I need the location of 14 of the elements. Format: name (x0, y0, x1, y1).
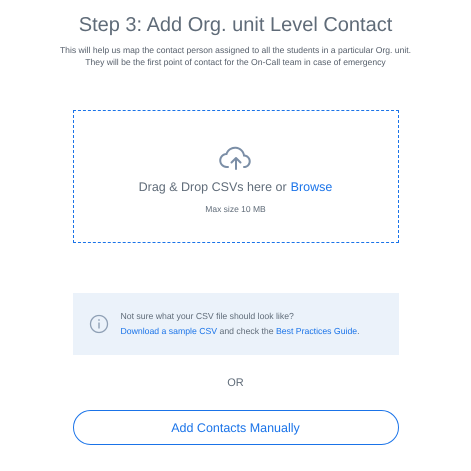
drop-zone[interactable]: Drag & Drop CSVs here or Browse Max size 10 MB (72, 110, 398, 243)
or-separator: OR (227, 377, 244, 389)
description-text: They will be the first point of contact for the On-Call team in case of emergency (85, 57, 386, 67)
info-text: Not sure what your CSV file should look like? Download a sample CSV and check the Best Practices Guide. (120, 310, 361, 338)
info-link[interactable]: Best Practices Guide (276, 326, 358, 336)
browse-link[interactable]: Browse (290, 180, 332, 194)
drop-prompt: Drag & Drop CSVs here or (138, 180, 287, 194)
size-note: Max size 10 MB (205, 204, 266, 214)
add-manually-button[interactable]: Add Contacts Manually (72, 410, 398, 445)
description-text: This will help us map the contact person assigned to all the students in a particular Org. unit. (60, 45, 412, 55)
page-title: Step 3: Add Org. unit Level Contact (78, 14, 392, 37)
info-icon (88, 314, 108, 334)
upload-cloud-icon (218, 146, 252, 172)
info-link[interactable]: Download a sample CSV (120, 326, 218, 336)
